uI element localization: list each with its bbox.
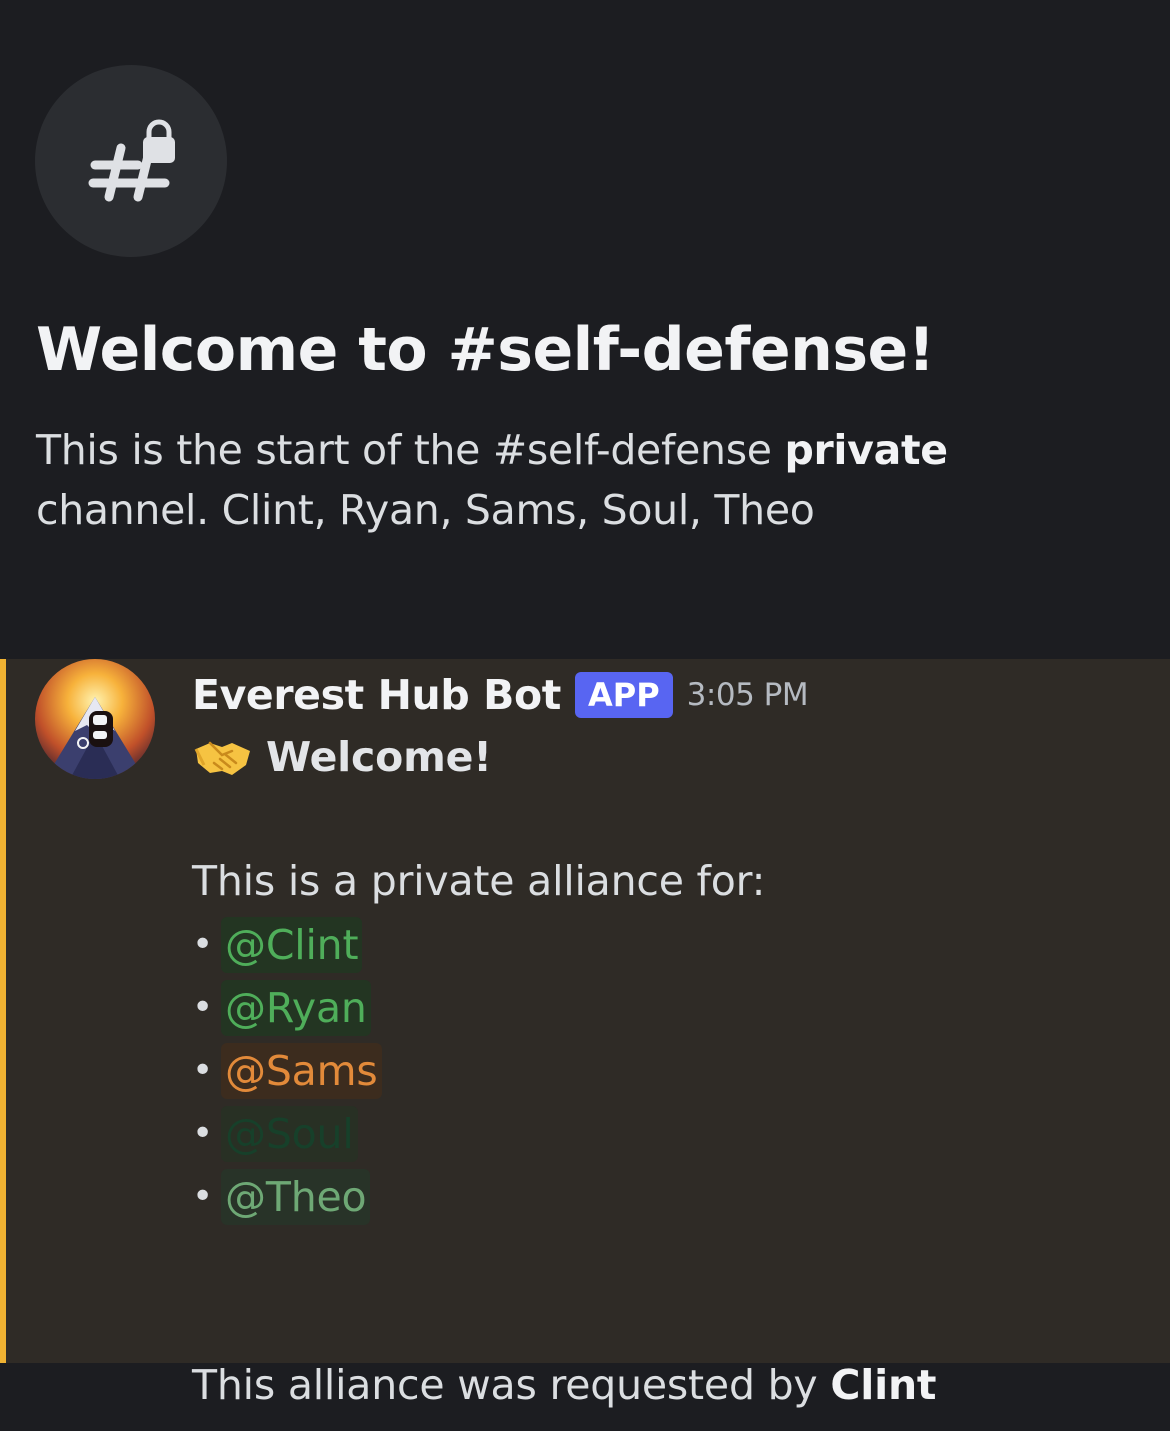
channel-description: This is the start of the #self-defense p… [36, 420, 1036, 540]
bullet: • [192, 924, 214, 965]
author-name[interactable]: Everest Hub Bot [192, 671, 561, 719]
list-item: • @Soul [192, 1102, 382, 1165]
mention-clint[interactable]: @Clint [221, 916, 363, 973]
list-item: • @Clint [192, 913, 382, 976]
requested-by-line: This alliance was requested by Clint [192, 1355, 937, 1415]
message-timestamp: 3:05 PM [686, 677, 809, 713]
handshake-icon [194, 741, 250, 775]
requested-prefix: This alliance was requested by [192, 1361, 831, 1409]
list-item: • @Sams [192, 1039, 382, 1102]
mention-soul[interactable]: @Soul [221, 1105, 358, 1162]
alliance-intro: This is a private alliance for: [192, 857, 766, 905]
description-private: private [784, 426, 948, 474]
mention-sams[interactable]: @Sams [221, 1042, 382, 1099]
app-badge: APP [575, 672, 673, 718]
requested-by-name: Clint [830, 1361, 937, 1409]
list-item: • @Theo [192, 1165, 382, 1228]
description-suffix: channel. Clint, Ryan, Sams, Soul, Theo [36, 486, 815, 534]
welcome-text: Welcome! [266, 733, 492, 781]
message-header: Everest Hub Bot APP 3:05 PM [192, 665, 809, 725]
locked-hashtag-icon [88, 119, 175, 202]
bot-message[interactable]: Everest Hub Bot APP 3:05 PM Welcome! Thi… [0, 659, 1170, 1409]
mountain-avatar-image [35, 659, 155, 779]
mention-theo[interactable]: @Theo [221, 1168, 371, 1225]
channel-icon [35, 65, 227, 257]
bullet: • [192, 1050, 214, 1091]
mention-ryan[interactable]: @Ryan [221, 979, 371, 1036]
mention-list: • @Clint • @Ryan • @Sams • @Soul • @Theo [192, 913, 382, 1228]
channel-view: Welcome to #self-defense! This is the st… [0, 0, 1170, 1431]
bot-avatar[interactable] [35, 659, 155, 779]
bullet: • [192, 1113, 214, 1154]
list-item: • @Ryan [192, 976, 382, 1039]
bullet: • [192, 987, 214, 1028]
welcome-line: Welcome! [192, 725, 1142, 789]
channel-welcome-title: Welcome to #self-defense! [36, 315, 935, 385]
bullet: • [192, 1176, 214, 1217]
message-body: Welcome! This is a private alliance for:… [192, 725, 1142, 1409]
description-prefix: This is the start of the #self-defense [36, 426, 785, 474]
